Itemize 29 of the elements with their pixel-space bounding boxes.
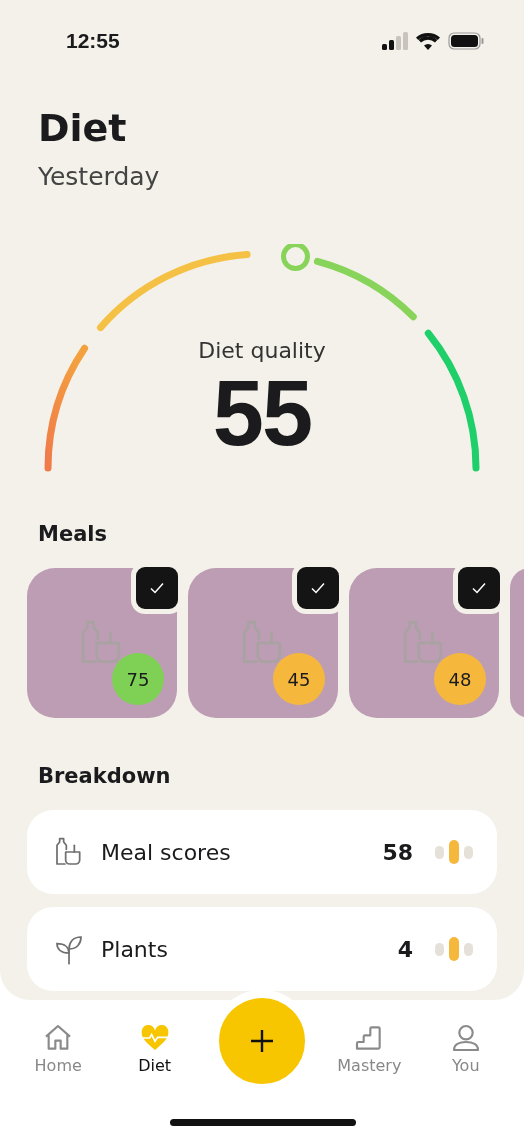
date-label: Yesterday (38, 161, 160, 193)
breakdown-label: Meal scores (101, 839, 232, 865)
breakdown-card[interactable]: Plants 4 (27, 907, 497, 991)
page-title: Diet (38, 106, 128, 150)
battery-icon (448, 32, 484, 50)
diet-score: 55 (212, 363, 312, 463)
status-time: 12:55 (66, 29, 120, 53)
section-title: Meals (38, 522, 107, 546)
plus-icon (248, 1028, 275, 1054)
nav-tab[interactable]: You (425, 1022, 506, 1075)
breakdown-value: 58 (382, 839, 413, 865)
meal-score: 48 (434, 653, 486, 705)
section-title: Breakdown (38, 764, 171, 788)
rating-bars-icon (435, 937, 473, 961)
meal-score: 75 (112, 653, 164, 705)
nav-tab[interactable]: Diet (114, 1022, 195, 1075)
breakdown-card[interactable]: Meal scores 58 (27, 810, 497, 894)
breakdown-label: Plants (101, 936, 169, 962)
nav-tab[interactable]: Mastery (329, 1022, 410, 1075)
nav-tab[interactable]: Home (18, 1022, 99, 1075)
signal-icon (382, 32, 408, 50)
meal-score: 45 (273, 653, 325, 705)
rating-bars-icon (435, 840, 473, 864)
sprout-icon (53, 933, 85, 965)
gauge-knob (281, 244, 310, 272)
wifi-icon (416, 32, 440, 50)
meal-card[interactable] (510, 568, 524, 718)
gauge-label: Diet quality (198, 338, 326, 363)
breakdown-value: 4 (397, 936, 413, 962)
